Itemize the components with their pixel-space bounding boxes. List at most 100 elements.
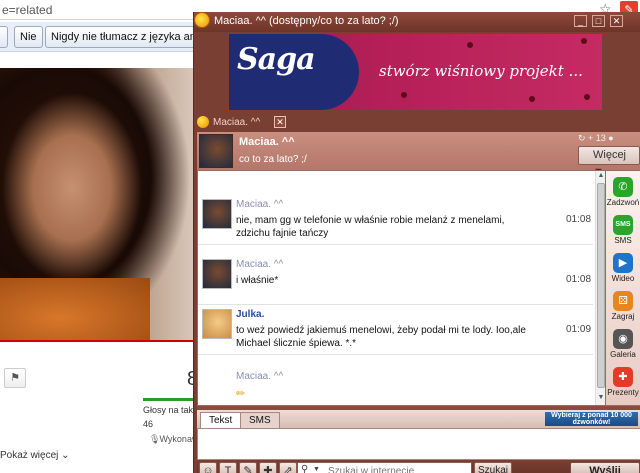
tab-close-button[interactable]: ✕	[274, 116, 286, 128]
toolbar-background: ☺ T ✎ ✚ ⇗ ⚲ ▼ Szukaj Wyślij	[197, 460, 640, 473]
sidebar-item-0[interactable]: ✆ Zadzwoń	[606, 175, 640, 213]
scroll-down-icon[interactable]: ▼	[596, 393, 605, 403]
gg-sun-icon	[197, 116, 209, 128]
sidebar-item-2[interactable]: ▶ Wideo	[606, 251, 640, 289]
show-more-label: Pokaż więcej	[0, 450, 59, 461]
chevron-down-icon[interactable]: ▼	[313, 466, 320, 473]
cherry-decoration	[584, 94, 590, 100]
votes-count: 46	[143, 419, 154, 429]
performer-link[interactable]: 🎙 Wykonaw	[149, 434, 198, 445]
cherry-decoration	[529, 96, 535, 102]
ad-slogan: stwórz wiśniowy projekt ...	[379, 62, 583, 80]
avatar	[202, 259, 232, 289]
video-progress[interactable]	[0, 340, 193, 342]
message-time: 01:08	[566, 214, 592, 225]
message-time: 01:09	[566, 324, 592, 335]
translate-no-button[interactable]: Nie	[14, 26, 43, 48]
video-icon: ▶	[613, 253, 633, 273]
sidebar-item-label: Zagraj	[611, 312, 635, 321]
sidebar-item-1[interactable]: SMS SMS	[606, 213, 640, 251]
search-box[interactable]: ⚲ ▼	[297, 462, 472, 473]
search-icon: ⚲	[301, 464, 309, 473]
send-button[interactable]: Wyślij	[570, 462, 640, 473]
window-title: Maciaa. ^^ (dostępny/co to za lato? ;/)	[214, 15, 399, 27]
sidebar-item-label: Zadzwoń	[606, 198, 640, 207]
action-sidebar: ✆ Zadzwoń SMS SMS ▶ Wideo ⚄ Zagraj ◉ Galeria ✚ Prez…	[606, 170, 640, 406]
search-input[interactable]	[328, 464, 468, 473]
contact-status: co to za lato? ;/	[239, 154, 307, 165]
chat-title-bar[interactable]: Maciaa. ^^ (dostępny/co to za lato? ;/) …	[194, 12, 640, 32]
tab-text[interactable]: Tekst	[200, 412, 242, 428]
list-item: Maciaa. ^^ ✏	[198, 367, 593, 405]
chat-window: Maciaa. ^^ (dostępny/co to za lato? ;/) …	[193, 12, 640, 473]
scroll-up-icon[interactable]: ▲	[596, 171, 605, 181]
input-tabs: Tekst SMS Wybieraj z ponad 10 000 dzwonk…	[197, 410, 640, 428]
message-text: i właśnie*	[236, 275, 279, 286]
message-author: Maciaa. ^^	[236, 199, 284, 210]
sidebar-item-4[interactable]: ◉ Galeria	[606, 327, 640, 365]
close-button[interactable]: ✕	[610, 15, 623, 27]
list-item: Maciaa. ^^ nie, mam gg w telefonie w wła…	[198, 195, 593, 245]
scroll-thumb[interactable]	[597, 183, 605, 388]
ringtone-promo[interactable]: Wybieraj z ponad 10 000 dzwonków!	[545, 412, 638, 426]
header-status-icons[interactable]: ↻ + 13 ●	[578, 133, 614, 144]
list-item: Maciaa. ^^ i właśnie* 01:08	[198, 255, 593, 305]
message-text: nie, mam gg w telefonie w właśnie robie …	[236, 215, 505, 239]
translate-button-partial[interactable]	[0, 26, 8, 48]
gg-sun-icon	[194, 12, 210, 28]
scrollbar[interactable]: ▲ ▼	[595, 171, 605, 405]
message-author: Julka.	[236, 309, 265, 320]
text-format-icon[interactable]: T	[219, 462, 237, 473]
message-input[interactable]	[197, 428, 640, 460]
emoticon-icon[interactable]: ☺	[199, 462, 217, 473]
flag-icon: ⚑	[10, 372, 20, 384]
translate-bar: Nie Nigdy nie tłumacz z języka angi	[0, 22, 205, 52]
sidebar-item-5[interactable]: ✚ Prezenty	[606, 365, 640, 403]
gift-icon[interactable]: ✚	[259, 462, 277, 473]
contact-header: Maciaa. ^^ co to za lato? ;/ ↻ + 13 ● Wi…	[197, 132, 640, 178]
message-author: Maciaa. ^^	[236, 371, 284, 382]
sms-icon: SMS	[613, 215, 633, 235]
sidebar-item-label: Wideo	[611, 274, 635, 283]
message-list[interactable]: Maciaa. ^^ nie, mam gg w telefonie w wła…	[197, 170, 606, 406]
ad-logo: Saga	[229, 34, 359, 110]
tab-conversation[interactable]: Maciaa. ^^	[213, 117, 260, 128]
maximize-button[interactable]: □	[592, 15, 605, 27]
more-button[interactable]: Więcej ▼	[578, 146, 640, 178]
game-icon: ⚄	[613, 291, 633, 311]
message-time: 01:08	[566, 274, 592, 285]
list-item: Julka. to weż powiedź jakiemuś menelowi,…	[198, 305, 593, 355]
video-frame-detail	[0, 278, 150, 340]
message-text: to weż powiedź jakiemuś menelowi, żeby p…	[236, 325, 526, 349]
avatar[interactable]	[199, 134, 233, 168]
address-text[interactable]: e=related	[2, 3, 52, 17]
search-button[interactable]: Szukaj	[474, 462, 512, 473]
show-more-link[interactable]: Pokaż więcej ⌄	[0, 450, 70, 461]
conversation-tabs: Maciaa. ^^ ✕	[197, 114, 640, 132]
votes-label: Głosy na tak:	[143, 405, 196, 415]
minimize-button[interactable]: _	[574, 15, 587, 27]
pencil-icon: ✏	[236, 388, 246, 400]
sidebar-item-label: Galeria	[610, 350, 636, 359]
message-author: Maciaa. ^^	[236, 259, 284, 270]
video-player[interactable]: ⌃	[0, 68, 193, 340]
draw-icon[interactable]: ✎	[239, 462, 257, 473]
chevron-down-icon: ⌄	[61, 450, 70, 461]
contact-name: Maciaa. ^^	[239, 136, 295, 148]
microphone-icon: 🎙	[149, 434, 161, 444]
cherry-decoration	[401, 92, 407, 98]
ad-banner[interactable]: Saga stwórz wiśniowy projekt ...	[229, 34, 602, 110]
camera-icon: ◉	[613, 329, 633, 349]
sidebar-item-label: Prezenty	[607, 388, 639, 397]
tab-sms[interactable]: SMS	[240, 412, 280, 428]
sidebar-item-3[interactable]: ⚄ Zagraj	[606, 289, 640, 327]
share-icon[interactable]: ⇗	[279, 462, 297, 473]
flag-button[interactable]: ⚑	[4, 368, 26, 388]
likes-bar	[143, 398, 193, 401]
avatar	[202, 309, 232, 339]
translate-never-button[interactable]: Nigdy nie tłumacz z języka angi	[45, 26, 205, 48]
bottom-toolbar: ☺ T ✎ ✚ ⇗ ⚲ ▼ Szukaj Wyślij	[194, 460, 640, 473]
ad-logo-text: Saga	[237, 42, 316, 77]
phone-icon: ✆	[613, 177, 633, 197]
cherry-decoration	[581, 38, 587, 44]
